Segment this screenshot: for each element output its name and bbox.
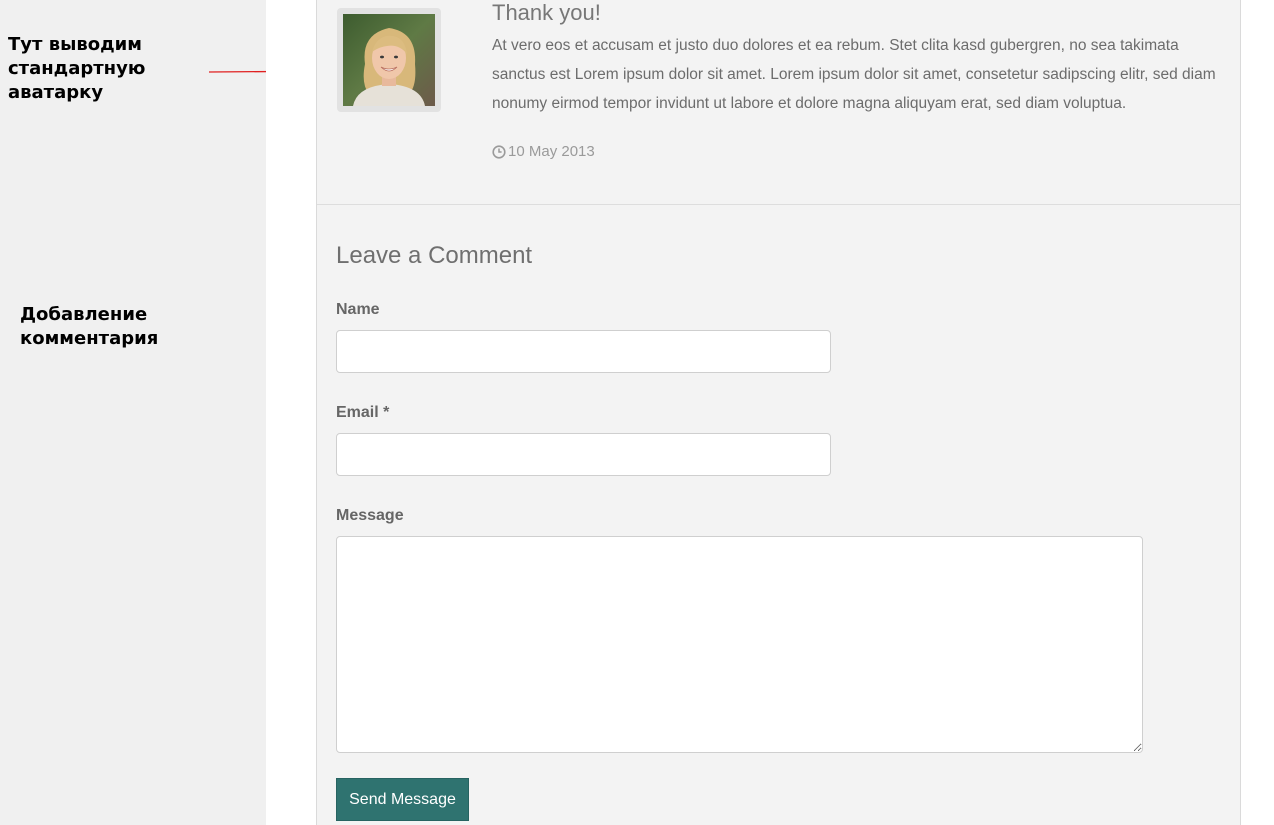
name-field[interactable] (336, 330, 831, 373)
comment-date-text: 10 May 2013 (508, 143, 595, 160)
comment-title: Thank you! (492, 0, 601, 25)
comment-item: Thank you! At vero eos et accusam et jus… (317, 0, 1240, 205)
message-label: Message (336, 507, 404, 524)
comment-body: At vero eos et accusam et justo duo dolo… (492, 37, 1216, 112)
leave-comment-heading: Leave a Comment (336, 242, 533, 269)
comment-annotation: Добавление комментария (20, 304, 159, 349)
avatar (337, 8, 441, 112)
page-content: Thank you! At vero eos et accusam et jus… (266, 0, 1274, 825)
comment-date: 10 May 2013 (492, 141, 595, 163)
comments-panel: Thank you! At vero eos et accusam et jus… (316, 0, 1241, 825)
send-message-button[interactable]: Send Message (336, 778, 469, 821)
clock-icon (492, 145, 506, 159)
avatar-annotation: Тут выводим стандартную аватарку (8, 34, 146, 103)
name-label: Name (336, 301, 380, 318)
message-field[interactable] (336, 536, 1143, 753)
user-avatar-icon (343, 14, 435, 106)
email-field[interactable] (336, 433, 831, 476)
email-label: Email * (336, 404, 390, 421)
